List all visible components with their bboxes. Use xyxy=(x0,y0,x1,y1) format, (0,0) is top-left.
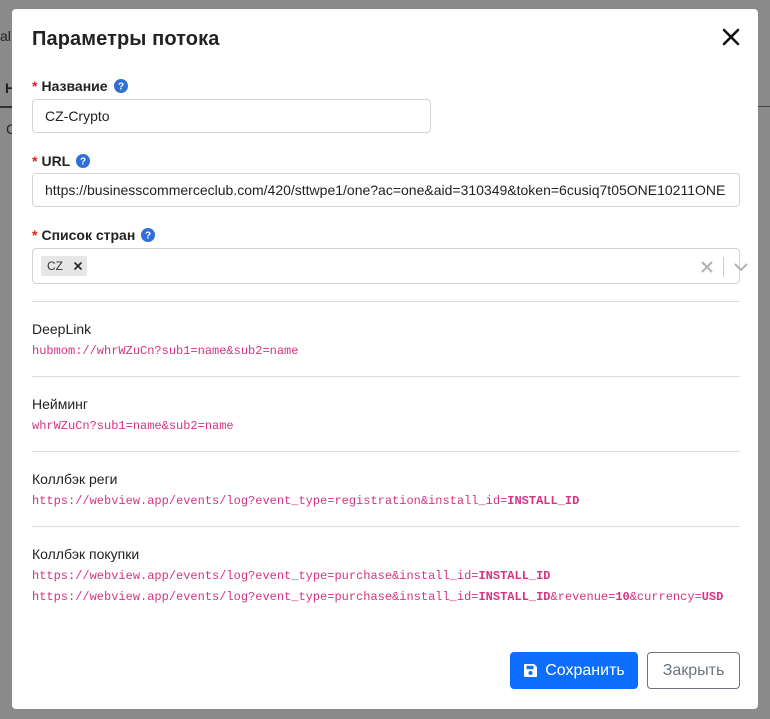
background-divider xyxy=(756,106,770,107)
divider xyxy=(32,376,740,377)
callback-url: https://webview.app/events/log?event_typ… xyxy=(32,569,479,583)
url-label-text: URL xyxy=(41,153,71,169)
svg-text:?: ? xyxy=(145,231,151,242)
install-id-token: INSTALL_ID xyxy=(478,590,551,604)
countries-multiselect[interactable]: CZ xyxy=(32,248,748,284)
help-icon[interactable]: ? xyxy=(76,154,91,168)
callback-purchase-value-1: https://webview.app/events/log?event_typ… xyxy=(32,569,740,583)
save-button[interactable]: Сохранить xyxy=(510,652,638,689)
background-text: al xyxy=(0,28,11,44)
currency-value: USD xyxy=(701,590,724,604)
close-modal-button[interactable] xyxy=(718,24,744,50)
naming-label: Нейминг xyxy=(32,396,88,412)
divider xyxy=(32,526,740,527)
remove-chip-button[interactable] xyxy=(69,256,87,276)
name-field-label: * Название ? xyxy=(32,77,128,95)
callback-purchase-label: Коллбэк покупки xyxy=(32,546,140,562)
url-input[interactable] xyxy=(32,173,740,207)
callback-url: https://webview.app/events/log?event_typ… xyxy=(32,494,508,508)
revenue-value: 10 xyxy=(615,590,630,604)
close-icon xyxy=(74,262,82,270)
revenue-param: &revenue= xyxy=(550,590,616,604)
divider xyxy=(32,301,740,302)
svg-text:?: ? xyxy=(80,157,86,168)
install-id-token: INSTALL_ID xyxy=(507,494,580,508)
name-input[interactable] xyxy=(32,99,431,133)
indicator-separator xyxy=(723,257,724,277)
country-chip-label: CZ xyxy=(47,259,63,273)
currency-param: &currency= xyxy=(629,590,702,604)
country-chip: CZ xyxy=(41,256,87,276)
callback-registration-label: Коллбэк реги xyxy=(32,471,118,487)
clear-selection-button[interactable] xyxy=(697,257,717,277)
url-field-label: * URL ? xyxy=(32,152,91,170)
callback-registration-value: https://webview.app/events/log?event_typ… xyxy=(32,494,740,508)
save-icon xyxy=(523,663,538,678)
close-icon xyxy=(722,28,740,46)
required-mark: * xyxy=(32,78,38,94)
countries-field-label: * Список стран ? xyxy=(32,226,156,244)
deeplink-value: hubmom://whrWZuCn?sub1=name&sub2=name xyxy=(32,344,299,358)
help-icon[interactable]: ? xyxy=(113,79,128,93)
install-id-token: INSTALL_ID xyxy=(478,569,551,583)
modal-title: Параметры потока xyxy=(32,28,220,50)
required-mark: * xyxy=(32,227,38,243)
deeplink-label: DeepLink xyxy=(32,321,92,337)
naming-value: whrWZuCn?sub1=name&sub2=name xyxy=(32,419,234,433)
save-button-label: Сохранить xyxy=(545,661,625,679)
svg-text:?: ? xyxy=(117,82,123,93)
countries-label-text: Список стран xyxy=(41,227,136,243)
divider xyxy=(32,451,740,452)
required-mark: * xyxy=(32,153,38,169)
name-label-text: Название xyxy=(41,78,108,94)
callback-url: https://webview.app/events/log?event_typ… xyxy=(32,590,479,604)
dropdown-toggle[interactable] xyxy=(729,257,753,277)
clear-icon xyxy=(701,261,713,273)
stream-params-modal: Параметры потока * Название ? * URL ? * xyxy=(12,9,758,709)
callback-purchase-value-2: https://webview.app/events/log?event_typ… xyxy=(32,590,740,604)
close-button-label: Закрыть xyxy=(662,661,725,679)
chevron-down-icon xyxy=(734,263,748,271)
help-icon[interactable]: ? xyxy=(141,228,156,242)
close-button[interactable]: Закрыть xyxy=(647,652,740,689)
